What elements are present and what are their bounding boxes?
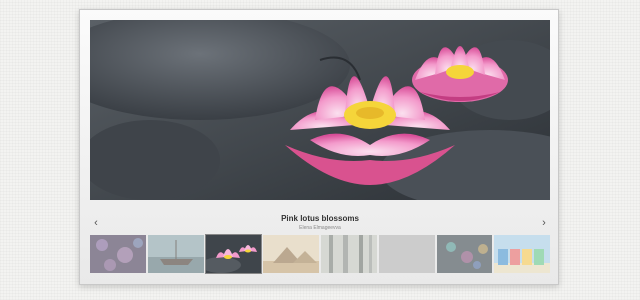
main-slide-image[interactable] [90,20,550,200]
slide-caption-title: Pink lotus blossoms [281,214,359,223]
lotus-photo [90,20,550,200]
thumbnail-boat[interactable] [147,235,204,273]
thumbnail-bokeh-lights[interactable] [90,235,146,273]
thumbnail-bamboo[interactable] [321,235,377,273]
thumbnail-beach-huts[interactable] [494,235,550,273]
slider-frame: ‹ Pink lotus blossoms Elena Elmageevva › [79,9,559,285]
next-arrow-button[interactable]: › [538,216,550,230]
caption-bar: ‹ Pink lotus blossoms Elena Elmageevva › [90,208,550,238]
thumbnail-pyramids[interactable] [263,235,319,273]
chevron-right-icon: › [542,217,546,229]
thumbnail-gray-sky[interactable] [378,235,435,273]
lotus-thumbnail-image [205,235,262,273]
thumbnail-strip [90,234,550,274]
slide-caption-author: Elena Elmageevva [299,225,341,231]
thumbnail-lotus[interactable] [204,234,263,274]
thumbnail-colorful-bokeh[interactable] [436,235,493,273]
